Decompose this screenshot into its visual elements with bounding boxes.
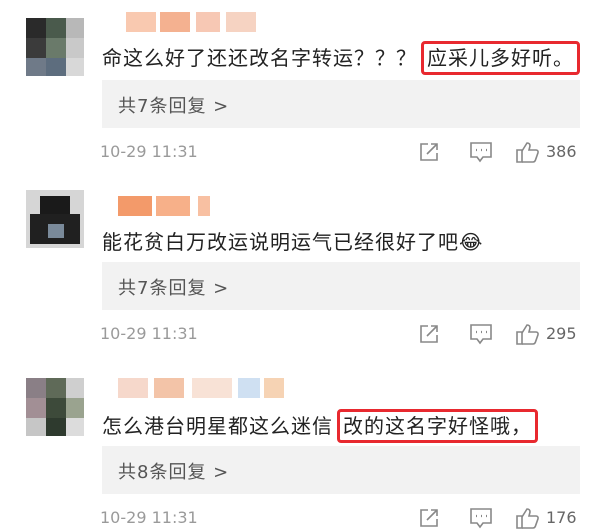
share-icon[interactable]: [417, 506, 441, 530]
comment-text-main: 怎么港台明星都这么迷信: [102, 414, 333, 438]
laughing-emoji: 😂: [459, 230, 484, 254]
replies-button[interactable]: 共7条回复 >: [102, 80, 580, 128]
highlight-box: 改的这名字好怪哦，: [337, 409, 538, 443]
replies-button[interactable]: 共8条回复 >: [102, 446, 580, 494]
comment-meta: 10-29 11:31 176: [100, 506, 584, 532]
thumbs-up-icon[interactable]: [515, 322, 541, 346]
comment-meta: 10-29 11:31 386: [100, 140, 584, 166]
comment-text: 命这么好了还还改名字转运？？？ 应采儿多好听。: [102, 41, 580, 75]
replies-label: 共7条回复 >: [118, 96, 230, 117]
share-icon[interactable]: [417, 322, 441, 346]
comment-text-main: 能花贫白万改运说明运气已经很好了吧: [102, 230, 459, 254]
replies-label: 共7条回复 >: [118, 278, 230, 299]
comment-icon[interactable]: [468, 506, 494, 530]
comment-text: 怎么港台明星都这么迷信 改的这名字好怪哦，: [102, 409, 538, 443]
username-blurred[interactable]: [104, 196, 224, 216]
username-blurred[interactable]: [104, 12, 274, 32]
thumbs-up-icon[interactable]: [515, 140, 541, 164]
share-icon[interactable]: [417, 140, 441, 164]
comment-icon[interactable]: [468, 322, 494, 346]
replies-button[interactable]: 共7条回复 >: [102, 262, 580, 310]
comment-text: 能花贫白万改运说明运气已经很好了吧😂: [102, 226, 483, 255]
comment-time: 10-29 11:31: [100, 508, 198, 527]
replies-label: 共8条回复 >: [118, 462, 230, 483]
comment-meta: 10-29 11:31 295: [100, 322, 584, 348]
avatar[interactable]: [26, 18, 84, 76]
comment-text-main: 命这么好了还还改名字转运？？？: [102, 46, 417, 70]
comment-icon[interactable]: [468, 140, 494, 164]
comment-time: 10-29 11:31: [100, 324, 198, 343]
comment-time: 10-29 11:31: [100, 142, 198, 161]
thumbs-up-icon[interactable]: [515, 506, 541, 530]
avatar[interactable]: [26, 378, 84, 436]
avatar[interactable]: [26, 190, 84, 248]
like-count: 176: [546, 508, 577, 527]
highlight-box: 应采儿多好听。: [421, 41, 580, 75]
username-blurred[interactable]: [104, 378, 304, 398]
like-count: 386: [546, 142, 577, 161]
like-count: 295: [546, 324, 577, 343]
